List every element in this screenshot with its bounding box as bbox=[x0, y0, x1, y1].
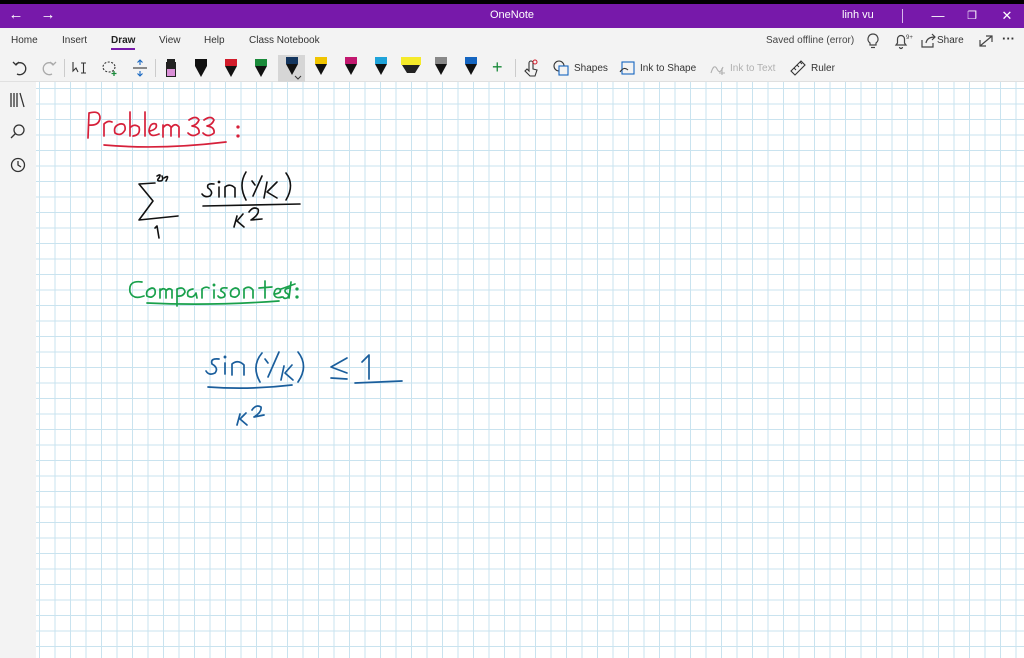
toolbar-separator bbox=[64, 59, 65, 77]
ink-to-shape-button[interactable]: Ink to Shape bbox=[640, 63, 696, 74]
lasso-select-icon[interactable] bbox=[100, 57, 120, 79]
expand-icon[interactable] bbox=[976, 32, 996, 50]
black-pen-icon[interactable] bbox=[190, 57, 212, 79]
add-space-icon[interactable] bbox=[130, 57, 150, 79]
redo-icon[interactable] bbox=[39, 57, 59, 79]
toolbar-separator bbox=[515, 59, 516, 77]
ink-problem-heading bbox=[87, 111, 240, 148]
magenta-pen-icon[interactable] bbox=[340, 57, 362, 79]
title-bar: ← → OneNote linh vu — ❐ ✕ bbox=[0, 4, 1024, 28]
ink-inequality bbox=[205, 351, 403, 426]
gray-pen-icon[interactable] bbox=[430, 57, 452, 79]
tab-class-notebook[interactable]: Class Notebook bbox=[249, 35, 320, 46]
undo-icon[interactable] bbox=[10, 57, 30, 79]
close-icon[interactable]: ✕ bbox=[996, 7, 1018, 25]
ink-layer bbox=[87, 111, 403, 426]
sync-status[interactable]: Saved offline (error) bbox=[766, 35, 854, 46]
blue-pen-icon[interactable] bbox=[460, 57, 482, 79]
tab-help[interactable]: Help bbox=[204, 35, 225, 46]
bell-icon[interactable]: 9+ bbox=[892, 32, 916, 50]
shapes-icon[interactable] bbox=[552, 59, 570, 77]
touch-drawing-icon[interactable] bbox=[521, 58, 541, 78]
draw-toolbar bbox=[0, 54, 1024, 82]
type-select-icon[interactable] bbox=[70, 57, 90, 79]
add-pen-icon[interactable]: + bbox=[492, 57, 503, 78]
ink-to-shape-icon[interactable] bbox=[619, 59, 637, 77]
more-options-icon[interactable]: ··· bbox=[1002, 31, 1015, 46]
shapes-button[interactable]: Shapes bbox=[574, 63, 608, 74]
search-icon[interactable] bbox=[8, 122, 28, 142]
toolbar-separator bbox=[155, 59, 156, 77]
notebooks-icon[interactable] bbox=[8, 90, 28, 110]
ink-to-text-icon bbox=[710, 66, 725, 75]
ruler-button[interactable]: Ruler bbox=[811, 63, 835, 74]
navigation-sidebar bbox=[0, 82, 36, 658]
tab-draw[interactable]: Draw bbox=[111, 35, 136, 50]
recent-notes-icon[interactable] bbox=[8, 155, 28, 175]
green-pen-icon[interactable] bbox=[250, 57, 272, 79]
yellow-pen-icon[interactable] bbox=[310, 57, 332, 79]
share-icon[interactable] bbox=[919, 32, 939, 50]
ink-to-text-button: Ink to Text bbox=[730, 63, 776, 74]
cyan-pen-icon[interactable] bbox=[370, 57, 392, 79]
tab-home[interactable]: Home bbox=[11, 35, 38, 46]
note-canvas[interactable] bbox=[36, 82, 1024, 658]
tab-view[interactable]: View bbox=[159, 35, 181, 46]
ink-comparison-heading bbox=[128, 280, 299, 307]
ink-series-expression bbox=[138, 171, 301, 239]
tab-insert[interactable]: Insert bbox=[62, 35, 87, 46]
navy-pen-icon[interactable] bbox=[280, 57, 304, 81]
share-button[interactable]: Share bbox=[937, 35, 964, 46]
minimize-icon[interactable]: — bbox=[927, 7, 949, 25]
lightbulb-icon[interactable] bbox=[863, 32, 883, 50]
ruler-icon[interactable] bbox=[789, 59, 807, 77]
pink-highlighter-icon[interactable] bbox=[160, 57, 182, 79]
title-separator bbox=[902, 9, 903, 23]
yellow-highlighter-icon[interactable] bbox=[399, 57, 423, 79]
notification-badge: 9+ bbox=[906, 35, 913, 41]
red-pen-icon[interactable] bbox=[220, 57, 242, 79]
user-name[interactable]: linh vu bbox=[842, 9, 874, 21]
restore-icon[interactable]: ❐ bbox=[961, 7, 983, 25]
